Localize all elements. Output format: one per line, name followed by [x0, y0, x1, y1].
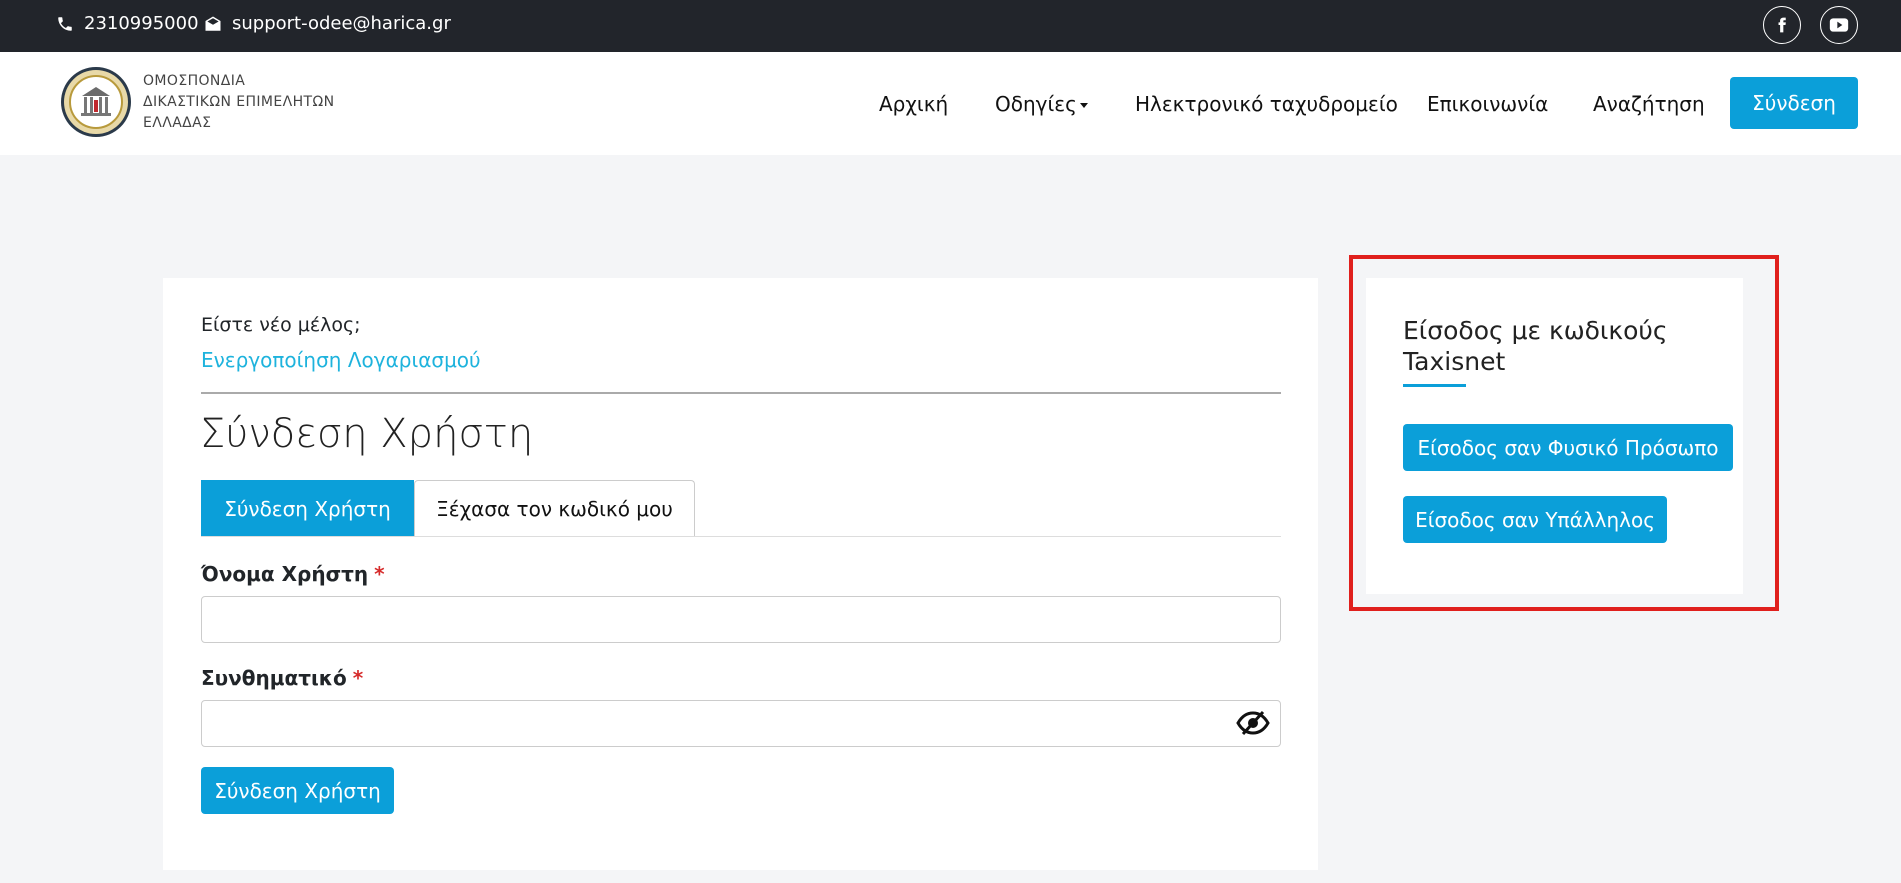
youtube-icon — [1829, 18, 1849, 32]
title-underline — [1403, 384, 1466, 387]
facebook-link[interactable] — [1763, 6, 1801, 44]
required-mark: * — [352, 666, 364, 690]
password-label-text: Συνθηματικό — [201, 666, 347, 690]
federation-name: ΟΜΟΣΠΟΝΔΙΑ ΔΙΚΑΣΤΙΚΩΝ ΕΠΙΜΕΛΗΤΩΝ ΕΛΛΑΔΑΣ — [143, 71, 334, 134]
header-login-button[interactable]: Σύνδεση — [1730, 77, 1858, 129]
nav-contact[interactable]: Επικοινωνία — [1427, 92, 1548, 116]
nav-email[interactable]: Ηλεκτρονικό ταχυδρομείο — [1135, 92, 1398, 116]
login-submit-button[interactable]: Σύνδεση Χρήστη — [201, 767, 394, 814]
site-header: ΟΜΟΣΠΟΝΔΙΑ ΔΙΚΑΣΤΙΚΩΝ ΕΠΙΜΕΛΗΤΩΝ ΕΛΛΑΔΑΣ… — [0, 52, 1901, 155]
top-bar: 2310995000 support-odee@harica.gr — [0, 0, 1901, 52]
page-title: Σύνδεση Χρήστη — [200, 411, 534, 457]
tab-underline — [201, 536, 1281, 537]
email-address: support-odee@harica.gr — [232, 13, 451, 34]
taxisnet-title: Είσοδος με κωδικούς Taxisnet — [1403, 316, 1668, 376]
youtube-link[interactable] — [1820, 6, 1858, 44]
brand-line-3: ΕΛΛΑΔΑΣ — [143, 115, 212, 131]
username-input[interactable] — [201, 596, 1281, 643]
password-label: Συνθηματικό * — [201, 666, 363, 690]
nav-search[interactable]: Αναζήτηση — [1593, 92, 1705, 116]
username-label-text: Όνομα Χρήστη — [201, 562, 369, 586]
phone-contact[interactable]: 2310995000 — [56, 13, 199, 34]
brand-line-2: ΔΙΚΑΣΤΙΚΩΝ ΕΠΙΜΕΛΗΤΩΝ — [143, 94, 335, 110]
federation-logo[interactable] — [60, 66, 132, 138]
nav-home[interactable]: Αρχική — [879, 92, 948, 116]
username-label: Όνομα Χρήστη * — [201, 562, 385, 586]
nav-guides[interactable]: Οδηγίες — [995, 92, 1088, 116]
activate-account-link[interactable]: Ενεργοποίηση Λογαριασμού — [201, 348, 481, 372]
facebook-icon — [1778, 17, 1786, 33]
divider — [201, 392, 1281, 394]
phone-icon — [58, 16, 72, 31]
taxisnet-person-button[interactable]: Είσοδος σαν Φυσικό Πρόσωπο — [1403, 424, 1733, 471]
password-input[interactable] — [201, 700, 1281, 747]
phone-number: 2310995000 — [84, 13, 199, 34]
required-mark: * — [374, 562, 385, 586]
tab-user-login[interactable]: Σύνδεση Χρήστη — [201, 480, 414, 537]
taxisnet-employee-button[interactable]: Είσοδος σαν Υπάλληλος — [1403, 496, 1667, 543]
email-contact[interactable]: support-odee@harica.gr — [204, 13, 451, 34]
new-member-text: Είστε νέο μέλος; — [201, 314, 361, 336]
nav-guides-label: Οδηγίες — [995, 92, 1077, 116]
caret-down-icon — [1079, 103, 1088, 108]
brand-line-1: ΟΜΟΣΠΟΝΔΙΑ — [143, 73, 246, 89]
eye-slash-icon[interactable] — [1236, 709, 1270, 737]
tab-forgot-password[interactable]: Ξέχασα τον κωδικό μου — [414, 480, 695, 537]
envelope-open-icon — [205, 16, 221, 31]
